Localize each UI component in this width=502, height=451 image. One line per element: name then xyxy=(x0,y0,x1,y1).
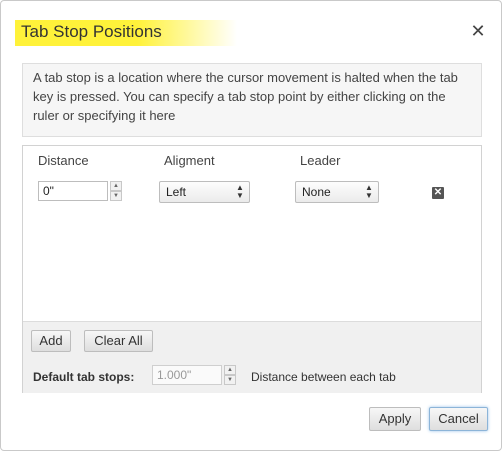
up-down-arrows-icon: ▲ ▼ xyxy=(365,183,373,200)
info-text: A tab stop is a location where the curso… xyxy=(22,63,482,137)
delete-icon[interactable]: ✕ xyxy=(432,187,444,199)
chevron-up-icon[interactable]: ▲ xyxy=(224,365,236,375)
close-icon[interactable]: ✕ xyxy=(469,21,487,41)
default-tab-stops-note: Distance between each tab xyxy=(251,370,396,384)
cancel-button[interactable]: Cancel xyxy=(429,407,488,431)
default-tab-stops-spinner: ▲ ▼ xyxy=(224,365,236,385)
chevron-down-icon[interactable]: ▼ xyxy=(224,375,236,385)
leader-select[interactable]: None ▲ ▼ xyxy=(295,181,379,203)
distance-header: Distance xyxy=(38,153,89,168)
distance-spinner: ▲ ▼ xyxy=(110,181,122,201)
tab-stops-panel: Distance Aligment Leader ▲ ▼ Left ▲▼ Non… xyxy=(22,145,482,393)
alignment-value: Left xyxy=(166,185,187,199)
leader-header: Leader xyxy=(300,153,341,168)
alignment-header: Aligment xyxy=(164,153,215,168)
default-tab-stops-label: Default tab stops: xyxy=(33,370,135,384)
tab-stop-dialog: Tab Stop Positions ✕ A tab stop is a loc… xyxy=(0,0,502,451)
clear-all-button[interactable]: Clear All xyxy=(84,330,153,352)
chevron-up-icon[interactable]: ▲ xyxy=(110,181,122,191)
panel-footer: Add Clear All Default tab stops: ▲ ▼ Dis… xyxy=(23,321,481,393)
chevron-down-icon[interactable]: ▼ xyxy=(110,191,122,201)
default-tab-stops-input[interactable] xyxy=(152,365,222,385)
apply-button[interactable]: Apply xyxy=(369,407,421,431)
up-down-arrows-icon: ▲ ▼ xyxy=(236,183,244,200)
distance-input[interactable] xyxy=(38,181,108,201)
dialog-title: Tab Stop Positions xyxy=(21,22,162,41)
alignment-select[interactable]: Left ▲ ▼ xyxy=(159,181,250,203)
leader-value: None xyxy=(302,185,331,199)
add-button[interactable]: Add xyxy=(31,330,71,352)
